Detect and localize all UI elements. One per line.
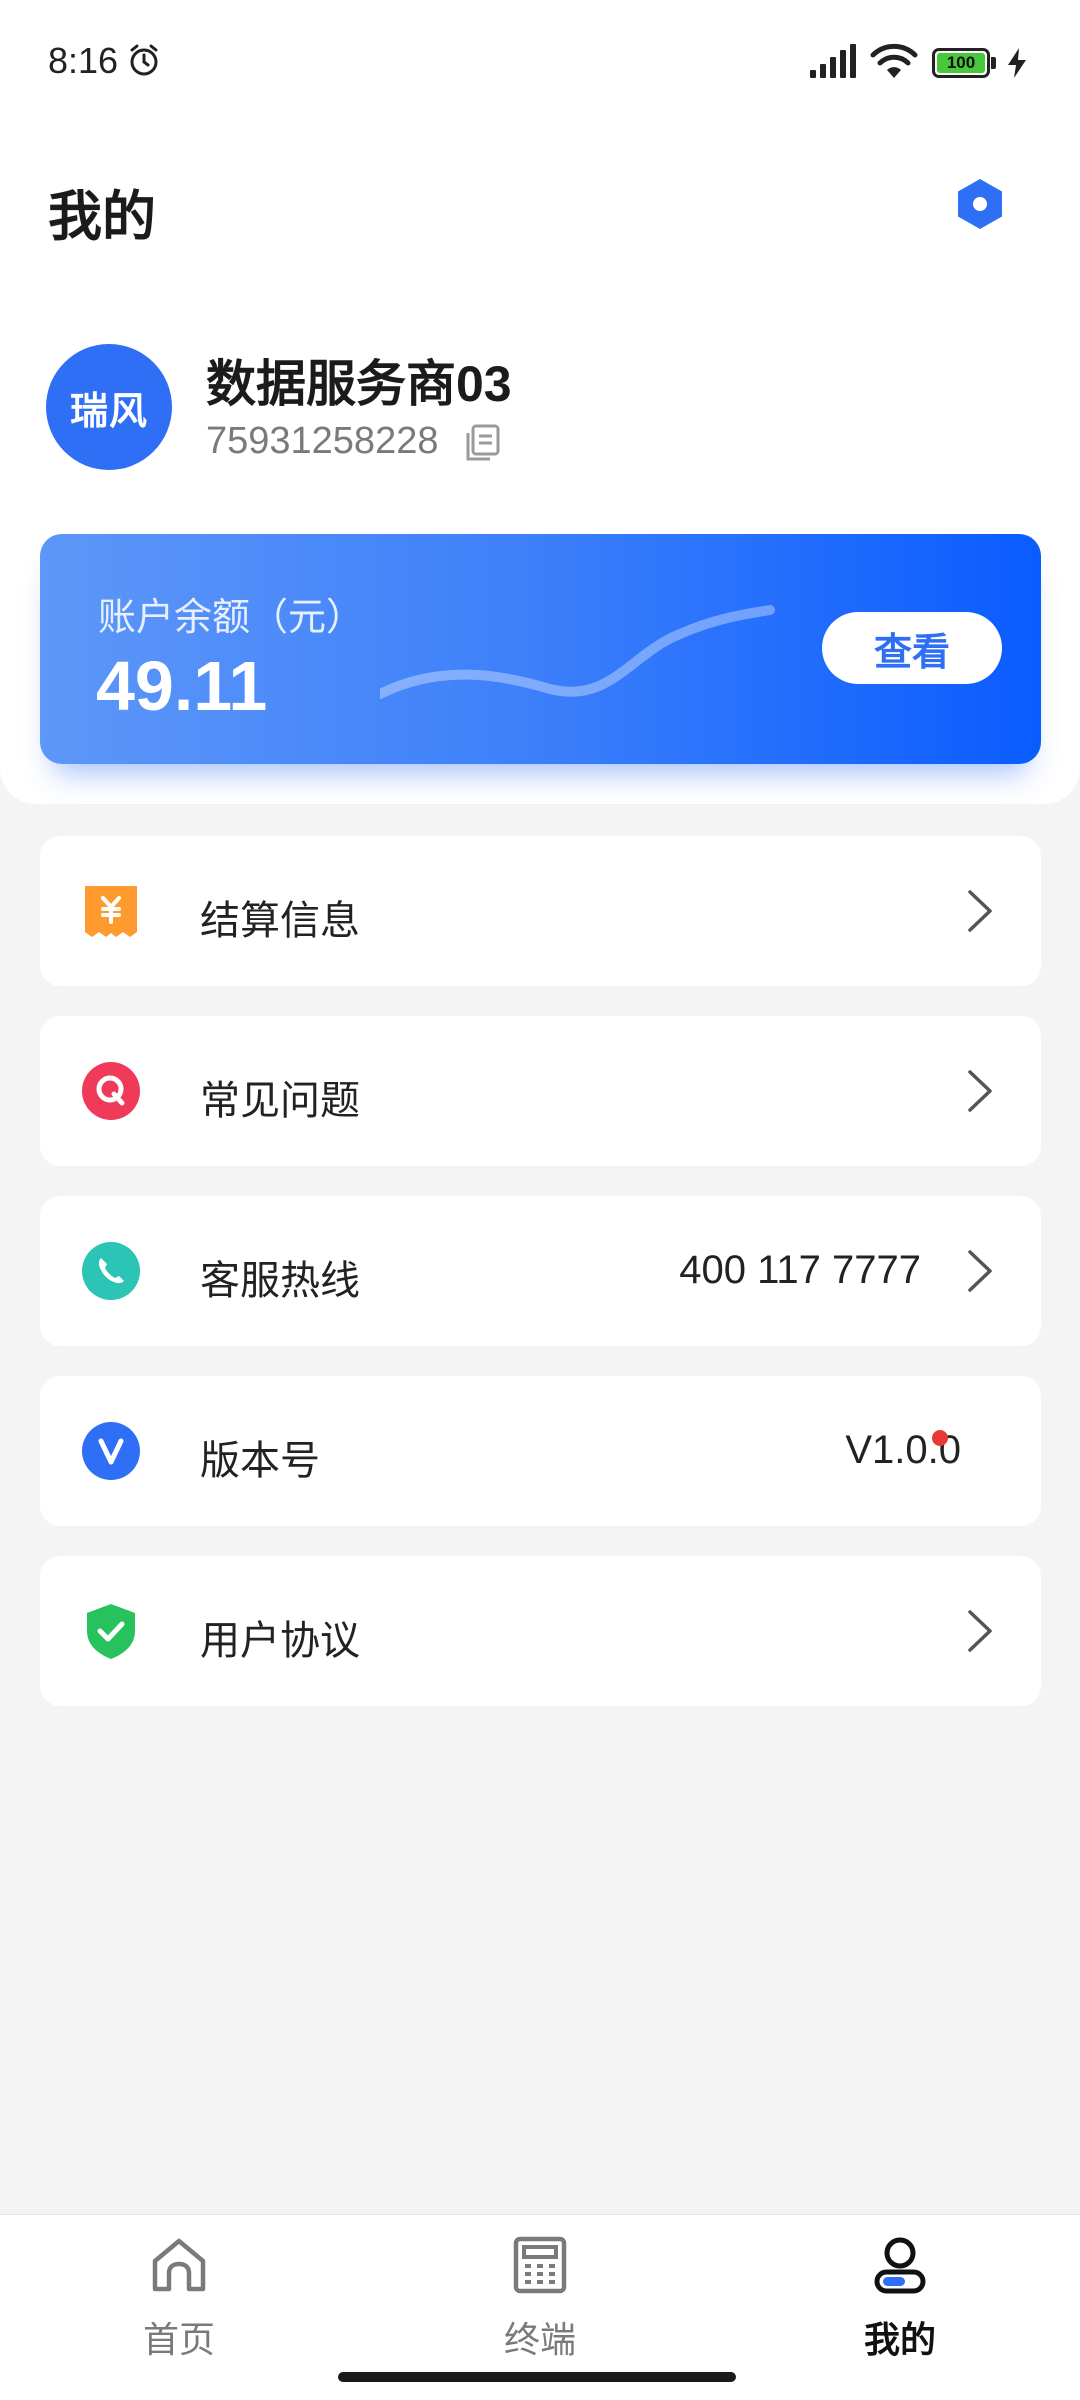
balance-value: 49.11: [96, 647, 268, 725]
menu-item-label: 结算信息: [200, 899, 360, 943]
settlement-receipt-icon: [85, 886, 137, 937]
decorative-wave: [380, 605, 775, 699]
status-bar: 8:16 100: [0, 0, 1080, 126]
shield-check-icon: [87, 1604, 135, 1659]
user-id: 75931258228: [206, 420, 439, 462]
page-title: 我的: [48, 187, 156, 247]
nav-item-profile[interactable]: 我的: [800, 2215, 1000, 2365]
battery-level: 100: [937, 53, 985, 73]
terminal-calculator-icon: [513, 2236, 567, 2294]
settings-hexagon-icon[interactable]: [952, 176, 1008, 232]
balance-card: 账户余额（元） 49.11 查看: [40, 534, 1041, 764]
charging-icon: [1008, 48, 1026, 78]
wifi-icon: [870, 43, 918, 78]
profile-icon: [874, 2237, 926, 2294]
alarm-icon: [130, 44, 158, 76]
home-indicator: [338, 2372, 736, 2382]
nav-item-home[interactable]: 首页: [79, 2215, 279, 2365]
hotline-number: 400 117 7777: [679, 1248, 921, 1292]
chevron-right-icon: [968, 1070, 992, 1112]
chevron-right-icon: [968, 1610, 992, 1652]
nav-label-home: 首页: [142, 2319, 215, 2360]
menu-item-user-agreement[interactable]: 用户协议: [40, 1556, 1041, 1706]
copy-icon[interactable]: [464, 424, 500, 462]
signal-icon: [810, 44, 856, 78]
menu-item-label: 用户协议: [200, 1619, 360, 1663]
faq-q-icon: [82, 1062, 140, 1120]
menu-item-label: 常见问题: [200, 1079, 360, 1123]
version-v-icon: [82, 1422, 140, 1480]
menu-item-hotline[interactable]: 客服热线 400 117 7777: [40, 1196, 1041, 1346]
menu-item-label: 版本号: [200, 1439, 320, 1483]
avatar: 瑞风: [46, 344, 172, 470]
view-balance-button[interactable]: 查看: [822, 612, 1002, 684]
nav-item-terminal[interactable]: 终端: [440, 2215, 640, 2365]
nav-label-profile: 我的: [863, 2319, 936, 2360]
home-icon: [152, 2238, 206, 2292]
chevron-right-icon: [968, 890, 992, 932]
chevron-right-icon: [968, 1250, 992, 1292]
phone-icon: [82, 1242, 140, 1300]
update-badge: [932, 1430, 948, 1446]
battery-icon: 100: [932, 48, 996, 78]
user-name: 数据服务商03: [206, 356, 512, 412]
nav-label-terminal: 终端: [503, 2319, 576, 2360]
balance-label: 账户余额（元）: [98, 597, 365, 639]
menu-item-settlement[interactable]: 结算信息: [40, 836, 1041, 986]
menu-item-version[interactable]: 版本号 V1.0.0: [40, 1376, 1041, 1526]
menu-item-label: 客服热线: [200, 1259, 360, 1303]
menu-item-faq[interactable]: 常见问题: [40, 1016, 1041, 1166]
status-time: 8:16: [48, 40, 119, 81]
